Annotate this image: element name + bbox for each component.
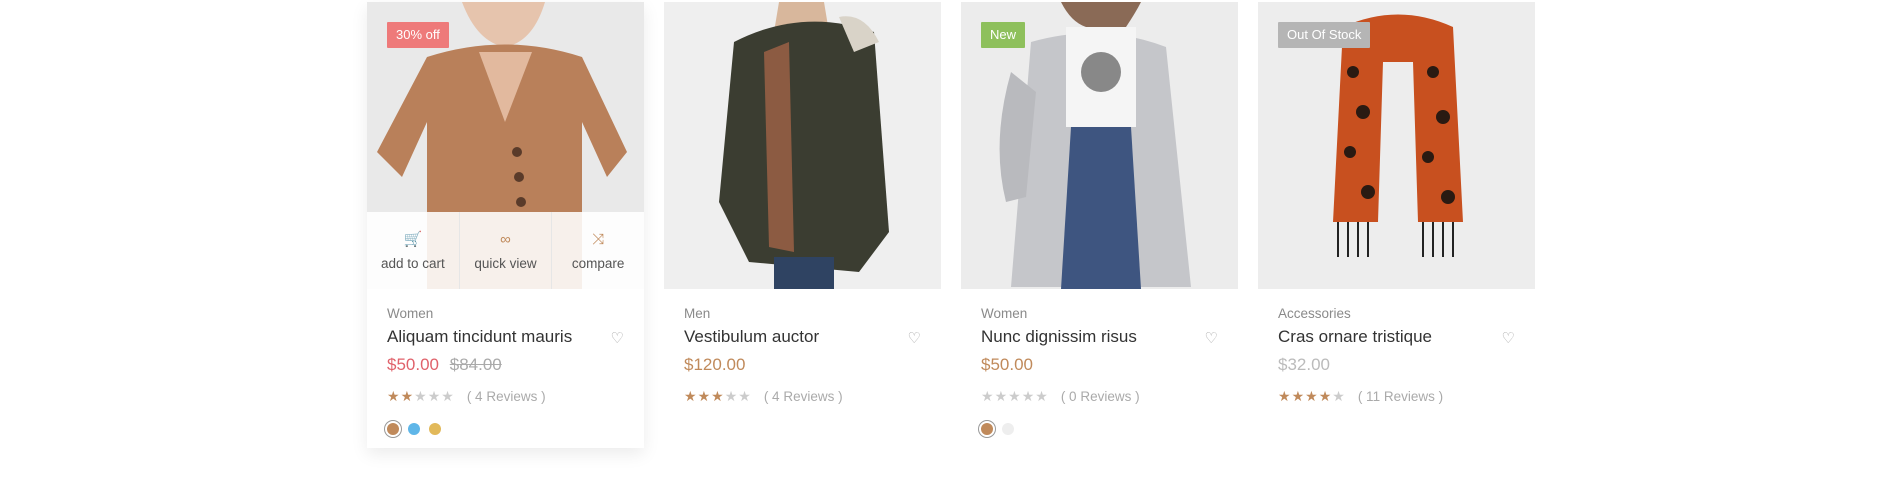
product-image[interactable]: New xyxy=(961,2,1238,289)
product-info: Women Aliquam tincidunt mauris ♡ $50.00 … xyxy=(367,289,644,435)
product-category[interactable]: Women xyxy=(981,306,1218,324)
compare-button[interactable]: ⤨ compare xyxy=(552,212,644,289)
product-price: $120.00 xyxy=(684,355,746,374)
product-category[interactable]: Accessories xyxy=(1278,306,1515,324)
product-info: Accessories Cras ornare tristique ♡ $32.… xyxy=(1258,289,1535,405)
star-icon: ★ xyxy=(414,387,427,404)
product-name[interactable]: Cras ornare tristique xyxy=(1278,327,1515,349)
color-swatch[interactable] xyxy=(387,423,399,435)
color-swatch[interactable] xyxy=(981,423,993,435)
heart-icon[interactable]: ♡ xyxy=(1205,329,1218,347)
product-card[interactable]: Out Of Stock Accessories Cras ornare tri… xyxy=(1258,2,1535,448)
product-name[interactable]: Nunc dignissim risus xyxy=(981,327,1218,349)
color-swatch[interactable] xyxy=(429,423,441,435)
product-prices: $50.00 $84.00 xyxy=(387,355,624,377)
product-image[interactable]: 30% off 🛒 add to cart ∞ quick view ⤨ com… xyxy=(367,2,644,289)
product-category[interactable]: Women xyxy=(387,306,624,324)
product-image[interactable]: Out Of Stock xyxy=(1258,2,1535,289)
star-icon: ★ xyxy=(1021,387,1035,404)
sale-badge: 30% off xyxy=(387,22,449,48)
product-card[interactable]: Men Vestibulum auctor ♡ $120.00 ★ ★ ★ ★ … xyxy=(664,2,941,448)
add-to-cart-button[interactable]: 🛒 add to cart xyxy=(367,212,460,289)
add-to-cart-label: add to cart xyxy=(380,256,445,271)
quick-view-button[interactable]: ∞ quick view xyxy=(460,212,553,289)
reviews-count: ( 4 Reviews ) xyxy=(763,388,843,404)
rating: ★ ★ ★ ★ ★ ( 4 Reviews ) xyxy=(684,387,921,405)
product-info: Men Vestibulum auctor ♡ $120.00 ★ ★ ★ ★ … xyxy=(664,289,941,405)
old-price: $84.00 xyxy=(449,355,502,374)
product-prices: $50.00 xyxy=(981,355,1218,377)
star-icon: ★ xyxy=(981,387,994,404)
product-price: $50.00 xyxy=(981,355,1033,374)
star-icon: ★ xyxy=(427,387,441,404)
rating: ★ ★ ★ ★ ★ ( 0 Reviews ) xyxy=(981,387,1218,405)
shuffle-icon: ⤨ xyxy=(592,231,605,248)
product-info: Women Nunc dignissim risus ♡ $50.00 ★ ★ … xyxy=(961,289,1238,435)
color-swatches xyxy=(387,423,624,435)
star-icon: ★ xyxy=(684,387,697,404)
compare-label: compare xyxy=(571,256,625,271)
product-prices: $32.00 xyxy=(1278,355,1515,377)
heart-icon[interactable]: ♡ xyxy=(611,329,624,347)
product-actions: 🛒 add to cart ∞ quick view ⤨ compare xyxy=(367,212,644,289)
cart-icon: 🛒 xyxy=(403,231,423,248)
out-of-stock-badge: Out Of Stock xyxy=(1278,22,1371,48)
product-name[interactable]: Vestibulum auctor xyxy=(684,327,921,349)
color-swatch[interactable] xyxy=(1002,423,1014,435)
star-icon: ★ xyxy=(400,387,414,404)
heart-icon[interactable]: ♡ xyxy=(908,329,921,347)
star-icon: ★ xyxy=(1035,387,1048,404)
product-price: $50.00 xyxy=(387,355,439,374)
reviews-count: ( 0 Reviews ) xyxy=(1060,388,1140,404)
star-icon: ★ xyxy=(1008,387,1021,404)
star-icon: ★ xyxy=(1318,387,1332,404)
rating: ★ ★ ★ ★ ★ ( 4 Reviews ) xyxy=(387,387,624,405)
color-swatch[interactable] xyxy=(408,423,420,435)
star-icon: ★ xyxy=(1278,387,1291,404)
star-icon: ★ xyxy=(711,387,724,404)
rating: ★ ★ ★ ★ ★ ( 11 Reviews ) xyxy=(1278,387,1515,405)
parka-photo xyxy=(664,2,941,289)
glasses-icon: ∞ xyxy=(500,231,511,248)
product-grid: 30% off 🛒 add to cart ∞ quick view ⤨ com… xyxy=(367,2,1535,448)
star-icon: ★ xyxy=(1305,387,1318,404)
product-card[interactable]: 30% off 🛒 add to cart ∞ quick view ⤨ com… xyxy=(367,2,644,448)
star-icon: ★ xyxy=(994,387,1008,404)
product-image[interactable] xyxy=(664,2,941,289)
star-icon: ★ xyxy=(1291,387,1305,404)
reviews-count: ( 11 Reviews ) xyxy=(1357,388,1444,404)
color-swatches xyxy=(981,423,1218,435)
star-icon: ★ xyxy=(724,387,738,404)
product-name[interactable]: Aliquam tincidunt mauris xyxy=(387,327,624,349)
star-icon: ★ xyxy=(738,387,751,404)
star-icon: ★ xyxy=(387,387,400,404)
product-category[interactable]: Men xyxy=(684,306,921,324)
product-card[interactable]: New Women Nunc dignissim risus ♡ $50.00 … xyxy=(961,2,1238,448)
new-badge: New xyxy=(981,22,1026,48)
product-prices: $120.00 xyxy=(684,355,921,377)
star-icon: ★ xyxy=(697,387,711,404)
quick-view-label: quick view xyxy=(474,256,537,271)
heart-icon[interactable]: ♡ xyxy=(1502,329,1515,347)
reviews-count: ( 4 Reviews ) xyxy=(466,388,546,404)
star-icon: ★ xyxy=(441,387,454,404)
star-icon: ★ xyxy=(1332,387,1345,404)
product-price: $32.00 xyxy=(1278,355,1330,374)
